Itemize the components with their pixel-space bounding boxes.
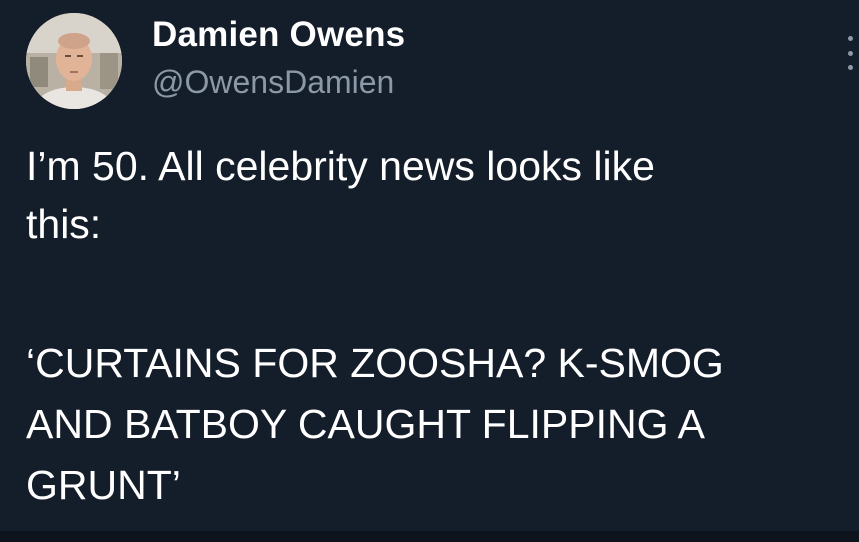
profile-photo-icon [26,13,122,109]
dot [847,50,853,56]
divider [0,531,859,542]
tweet-headline-text: ‘CURTAINS FOR ZOOSHA? K-SMOG AND BATBOY … [26,340,724,508]
dot [847,36,853,41]
tweet-card: Damien Owens @OwensDamien I’m 50. All ce… [0,0,859,542]
tweet-text: I’m 50. All celebrity news looks like th… [26,143,655,247]
vertical-ellipsis-icon[interactable] [844,36,856,70]
user-handle[interactable]: @OwensDamien [152,64,394,101]
avatar[interactable] [26,13,122,109]
dot [847,65,853,70]
display-name[interactable]: Damien Owens [152,15,405,55]
